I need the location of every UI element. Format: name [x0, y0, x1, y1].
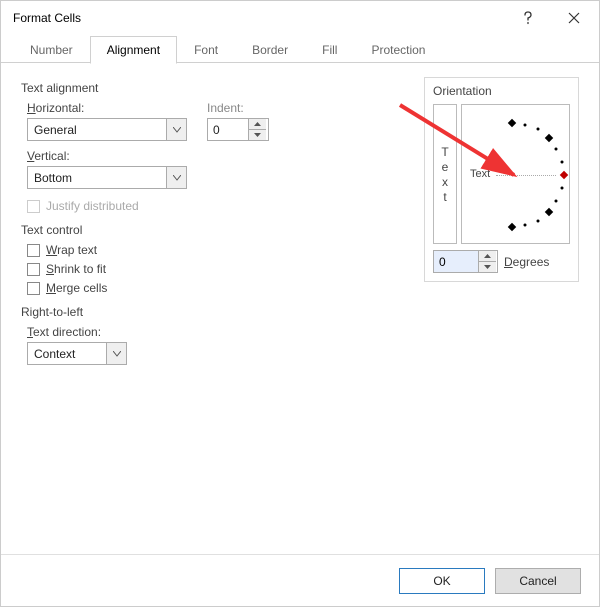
degrees-input[interactable]: [434, 251, 478, 272]
checkbox-icon: [27, 200, 40, 213]
ok-button[interactable]: OK: [399, 568, 485, 594]
tab-font[interactable]: Font: [177, 36, 235, 64]
checkbox-icon: [27, 244, 40, 257]
close-button[interactable]: [551, 3, 597, 33]
checkbox-icon: [27, 263, 40, 276]
text-dir-label: Text direction:: [27, 325, 579, 339]
text-dir-combo[interactable]: Context: [27, 342, 127, 365]
spin-down-icon[interactable]: [249, 130, 266, 140]
vertical-combo[interactable]: Bottom: [27, 166, 187, 189]
orientation-title: Orientation: [433, 84, 570, 98]
chevron-down-icon: [106, 343, 126, 364]
chevron-down-icon: [166, 167, 186, 188]
vertical-value: Bottom: [28, 171, 166, 185]
horizontal-combo[interactable]: General: [27, 118, 187, 141]
indent-input[interactable]: [208, 123, 248, 137]
shrink-label: Shrink to fit: [46, 262, 106, 276]
content-area: Text alignment Horizontal: General Inden…: [1, 63, 599, 553]
cancel-button[interactable]: Cancel: [495, 568, 581, 594]
merge-check[interactable]: Merge cells: [27, 281, 579, 295]
degrees-label: Degrees: [504, 255, 549, 269]
tab-number[interactable]: Number: [13, 36, 90, 64]
degrees-spinner[interactable]: [433, 250, 498, 273]
spin-up-icon[interactable]: [249, 119, 266, 130]
help-button[interactable]: [505, 3, 551, 33]
vertical-text-button[interactable]: Text: [433, 104, 457, 244]
orientation-dial[interactable]: Text: [461, 104, 570, 244]
rtl-group: Right-to-left: [21, 305, 579, 319]
indent-spinner[interactable]: [207, 118, 269, 141]
orientation-group-box: Orientation Text Text: [424, 77, 579, 282]
spin-up-icon[interactable]: [479, 251, 496, 262]
tab-fill[interactable]: Fill: [305, 36, 354, 64]
wrap-label: Wrap text: [46, 243, 97, 257]
tab-border[interactable]: Border: [235, 36, 305, 64]
orientation-text-label: Text: [470, 168, 490, 180]
spin-down-icon[interactable]: [479, 262, 496, 272]
text-dir-value: Context: [28, 347, 106, 361]
chevron-down-icon: [166, 119, 186, 140]
angle-line: [496, 175, 556, 176]
dialog-title: Format Cells: [13, 11, 505, 25]
dialog-footer: OK Cancel: [1, 554, 599, 606]
title-bar: Format Cells: [1, 1, 599, 35]
tab-alignment[interactable]: Alignment: [90, 36, 177, 64]
tab-protection[interactable]: Protection: [354, 36, 442, 64]
format-cells-dialog: Format Cells Number Alignment Font Borde…: [0, 0, 600, 607]
justify-label: Justify distributed: [46, 199, 139, 213]
horizontal-label: Horizontal:: [27, 101, 187, 115]
indent-label: Indent:: [207, 101, 269, 115]
merge-label: Merge cells: [46, 281, 107, 295]
horizontal-value: General: [28, 123, 166, 137]
angle-handle[interactable]: [560, 171, 568, 179]
checkbox-icon: [27, 282, 40, 295]
tab-strip: Number Alignment Font Border Fill Protec…: [1, 35, 599, 63]
